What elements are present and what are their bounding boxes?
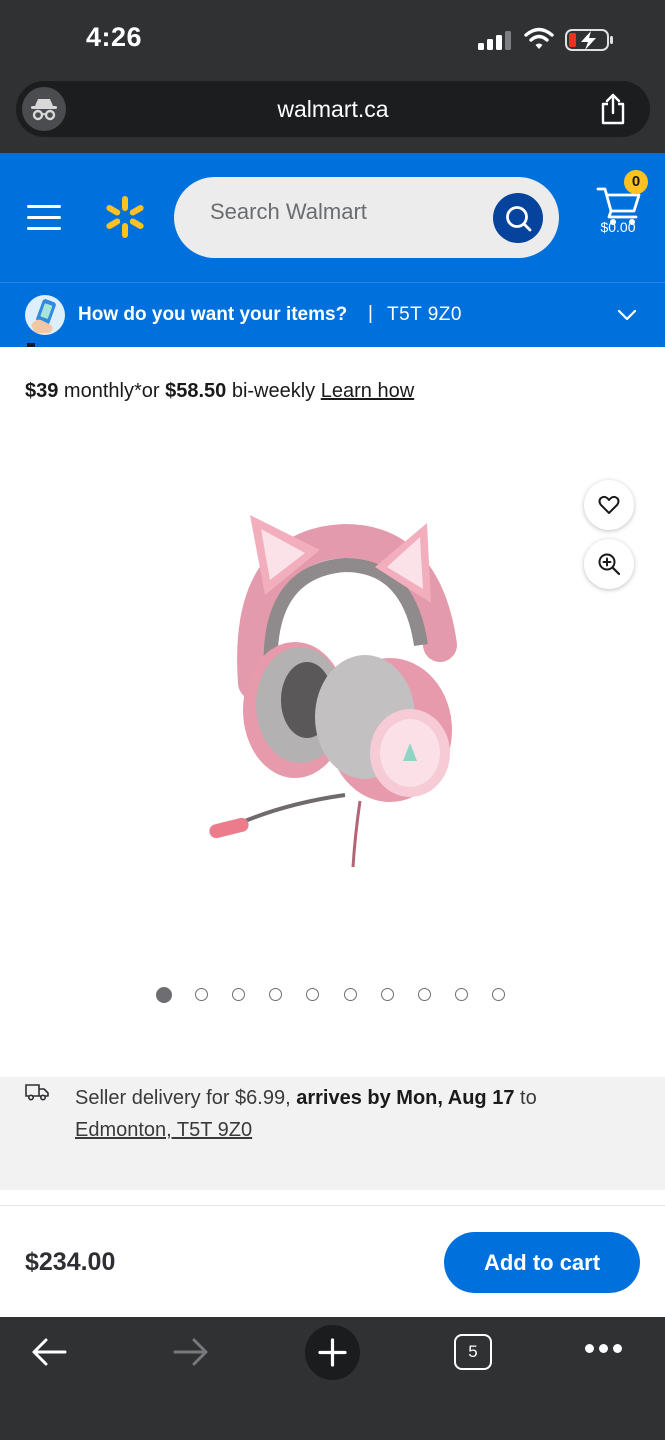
site-header: 0 $0.00: [0, 153, 665, 282]
carousel-dot[interactable]: [417, 988, 431, 1001]
walmart-spark-logo[interactable]: [103, 195, 147, 239]
delivery-location-link[interactable]: Edmonton, T5T 9Z0: [75, 1119, 252, 1141]
heart-icon: [598, 495, 620, 514]
plus-icon: [318, 1338, 347, 1367]
menu-icon[interactable]: [27, 205, 61, 231]
address-bar[interactable]: walmart.ca: [16, 81, 650, 137]
delivery-text: Seller delivery for $6.99, arrives by Mo…: [75, 1082, 635, 1146]
status-time: 4:26: [86, 22, 143, 52]
browser-bottom-toolbar: 5: [0, 1317, 665, 1440]
monthly-suffix: monthly*or: [58, 380, 166, 402]
tabs-count-button[interactable]: 5: [454, 1334, 492, 1370]
postal-code: T5T 9Z0: [387, 304, 462, 325]
url-text[interactable]: walmart.ca: [16, 96, 650, 123]
sticky-add-to-cart-bar: $234.00 Add to cart: [0, 1205, 665, 1317]
delivery-suffix: to: [514, 1087, 537, 1109]
carousel-dot[interactable]: [492, 988, 506, 1001]
biweekly-suffix: bi-weekly: [226, 380, 321, 402]
carousel-dot[interactable]: [343, 988, 357, 1001]
cellular-signal-icon: [478, 31, 511, 50]
add-to-cart-button[interactable]: Add to cart: [444, 1232, 640, 1293]
search-input[interactable]: [210, 199, 490, 225]
monthly-amount: $39: [25, 380, 59, 402]
product-image-headset[interactable]: [195, 505, 470, 875]
product-price: $234.00: [25, 1248, 116, 1276]
cart-total[interactable]: $0.00: [593, 219, 643, 235]
delivery-info: Seller delivery for $6.99, arrives by Mo…: [0, 1077, 665, 1190]
fulfillment-selector[interactable]: How do you want your items? | T5T 9Z0: [0, 282, 665, 347]
delivery-options-icon: [25, 295, 65, 335]
chevron-down-icon[interactable]: [617, 308, 637, 322]
cart-count-badge: 0: [624, 170, 648, 194]
browser-toolbar: walmart.ca: [0, 76, 665, 153]
image-carousel-dots: [156, 987, 516, 1003]
financing-offer: $39 monthly*or $58.50 bi-weekly Learn ho…: [25, 380, 414, 403]
share-icon[interactable]: [598, 93, 628, 125]
search-icon: [506, 206, 532, 232]
zoom-in-icon: [598, 553, 621, 576]
carousel-dot[interactable]: [380, 988, 394, 1001]
clipped-text-fragment: [27, 343, 35, 347]
carousel-dot[interactable]: [306, 988, 320, 1001]
delivery-prefix: Seller delivery for $6.99,: [75, 1087, 297, 1109]
carousel-dot[interactable]: [231, 988, 245, 1001]
battery-charging-icon: [565, 29, 613, 51]
search-bar: [174, 177, 559, 258]
carousel-dot[interactable]: [455, 988, 469, 1001]
delivery-arrival: arrives by Mon, Aug 17: [296, 1087, 515, 1109]
search-button[interactable]: [493, 193, 543, 243]
wifi-icon: [524, 27, 554, 49]
more-options-icon[interactable]: [585, 1344, 623, 1356]
fulfillment-separator: |: [368, 303, 373, 324]
carousel-dot[interactable]: [269, 988, 283, 1001]
learn-how-link[interactable]: Learn how: [321, 380, 414, 402]
zoom-button[interactable]: [584, 539, 634, 589]
forward-arrow-icon[interactable]: [172, 1337, 210, 1367]
carousel-dot[interactable]: [156, 987, 172, 1003]
biweekly-amount: $58.50: [165, 380, 227, 402]
new-tab-button[interactable]: [305, 1325, 360, 1380]
favorite-button[interactable]: [584, 480, 634, 530]
status-bar: 4:26: [0, 0, 665, 76]
back-arrow-icon[interactable]: [30, 1337, 68, 1367]
truck-icon: [25, 1084, 49, 1101]
carousel-dot[interactable]: [194, 988, 208, 1001]
fulfillment-question: How do you want your items?: [78, 304, 348, 325]
